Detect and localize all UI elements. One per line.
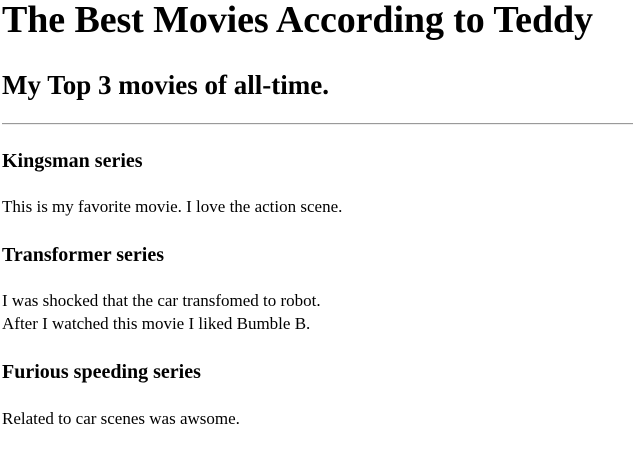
document-page: The Best Movies According to Teddy My To… (0, 0, 633, 457)
description-line: I was shocked that the car transfomed to… (2, 291, 321, 310)
description-line: Related to car scenes was awsome. (2, 409, 240, 428)
movie-description: This is my favorite movie. I love the ac… (2, 195, 633, 218)
divider (2, 123, 633, 125)
movie-title: Furious speeding series (2, 361, 201, 383)
page-subtitle: My Top 3 movies of all-time. (2, 70, 329, 100)
movie-description: I was shocked that the car transfomed to… (2, 289, 633, 335)
movie-title: Transformer series (2, 244, 164, 266)
movie-entry-furious: Furious speeding series Related to car s… (2, 360, 633, 430)
movie-title: Kingsman series (2, 150, 143, 172)
page-title: The Best Movies According to Teddy (2, 0, 593, 41)
movie-entry-transformer: Transformer series I was shocked that th… (2, 243, 633, 335)
description-line: This is my favorite movie. I love the ac… (2, 197, 343, 216)
description-line: After I watched this movie I liked Bumbl… (2, 314, 311, 333)
movie-description: Related to car scenes was awsome. (2, 407, 633, 430)
movie-entry-kingsman: Kingsman series This is my favorite movi… (2, 149, 633, 218)
